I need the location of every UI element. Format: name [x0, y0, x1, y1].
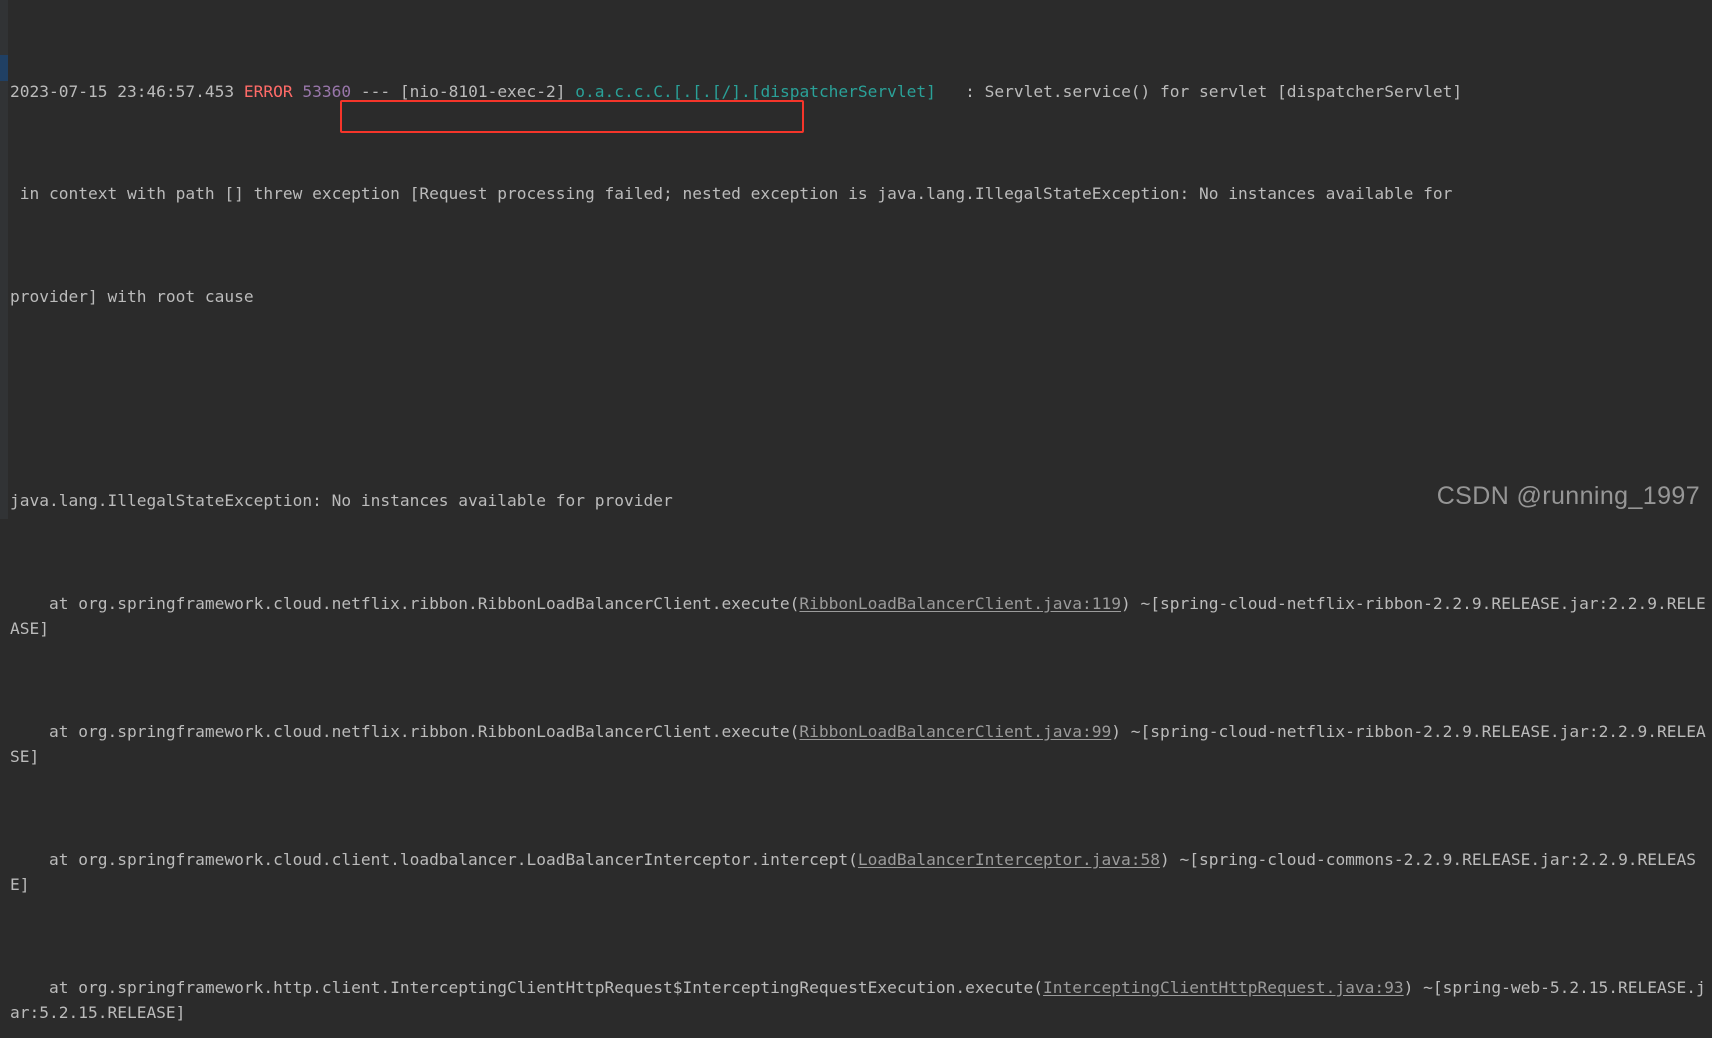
log-line-continuation-1: in context with path [] threw exception … — [10, 184, 1453, 204]
log-pid: 53360 — [302, 81, 352, 101]
stack-frame: at org.springframework.cloud.netflix.rib… — [10, 719, 1710, 770]
editor-gutter — [0, 0, 8, 519]
stack-frame-link[interactable]: LoadBalancerInterceptor.java:58 — [858, 850, 1160, 869]
stack-frame-link[interactable]: InterceptingClientHttpRequest.java:93 — [1043, 978, 1404, 997]
stack-frame: at org.springframework.http.client.Inter… — [10, 975, 1710, 1026]
exception-type: java.lang.IllegalStateException: — [10, 491, 332, 511]
log-message: Servlet.service() for servlet [dispatche… — [984, 81, 1463, 101]
log-line-continuation-2: provider] with root cause — [10, 286, 254, 306]
stack-frame-prefix: at org.springframework.cloud.netflix.rib… — [10, 593, 800, 613]
log-timestamp: 2023-07-15 23:46:57.453 — [10, 81, 244, 101]
watermark: CSDN @running_1997 — [1436, 482, 1700, 510]
log-output: 2023-07-15 23:46:57.453 ERROR 53360 --- … — [10, 2, 1710, 1038]
log-gap: : — [935, 81, 985, 101]
exception-message-highlighted: No instances available for provider — [331, 491, 673, 511]
stack-frame-link[interactable]: RibbonLoadBalancerClient.java:99 — [799, 722, 1111, 741]
log-level: ERROR — [243, 81, 293, 101]
log-logger-name: o.a.c.c.C.[.[.[/].[dispatcherServlet] — [575, 81, 936, 101]
log-separator: --- — [351, 81, 400, 101]
stack-frame-link[interactable]: RibbonLoadBalancerClient.java:119 — [799, 594, 1121, 613]
log-console[interactable]: 2023-07-15 23:46:57.453 ERROR 53360 --- … — [0, 0, 1712, 1022]
stack-frame-prefix: at org.springframework.cloud.client.load… — [10, 849, 858, 869]
stack-frame: at org.springframework.cloud.client.load… — [10, 847, 1710, 898]
stack-frame: at org.springframework.cloud.netflix.rib… — [10, 591, 1710, 642]
stack-frame-prefix: at org.springframework.http.client.Inter… — [10, 977, 1044, 997]
log-thread: [nio-8101-exec-2] — [399, 81, 576, 101]
log-line-header: 2023-07-15 23:46:57.453 ERROR 53360 --- … — [10, 79, 1710, 105]
stack-frame-prefix: at org.springframework.cloud.netflix.rib… — [10, 721, 800, 741]
log-space — [293, 82, 303, 101]
gutter-change-marker[interactable] — [0, 55, 8, 81]
log-blank-line — [10, 386, 1710, 412]
